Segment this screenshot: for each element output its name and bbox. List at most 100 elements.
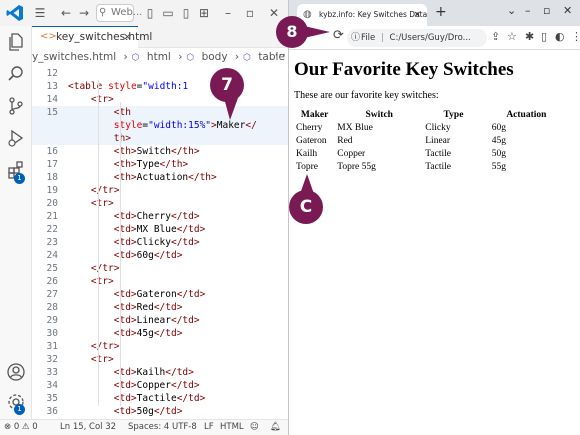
table-cell: Linear [425, 135, 451, 146]
browser-maximize-icon[interactable]: ▫ [543, 4, 550, 17]
toggle-panel-icon[interactable]: ▭ [160, 5, 176, 21]
code-text: <td>Tactile</td> [113, 393, 206, 404]
code-line[interactable]: 23 <td>Clicky</td> [32, 236, 288, 249]
breadcrumb-html[interactable]: html [147, 51, 171, 63]
account-icon[interactable] [6, 362, 26, 382]
feedback-icon[interactable]: ☺ [250, 420, 259, 435]
code-line[interactable]: 31 </tr> [32, 340, 288, 353]
reload-icon[interactable]: ⟳ [333, 28, 344, 43]
code-text: <td>60g</td> [113, 250, 183, 261]
toggle-secondary-sidebar-icon[interactable]: ▯ [178, 5, 194, 21]
side-panel-icon[interactable]: ▯ [541, 30, 547, 43]
code-line[interactable]: 19 </tr> [32, 184, 288, 197]
table-header-row: Maker Switch Type Actuation [294, 109, 569, 121]
code-line[interactable]: 15 <th [32, 106, 288, 119]
new-tab-button[interactable]: + [435, 4, 447, 20]
code-line[interactable]: 36 <td>50g</td> [32, 405, 288, 418]
line-number: 22 [46, 224, 58, 235]
code-line[interactable]: 24 <td>60g</td> [32, 249, 288, 262]
extensions-badge: 1 [14, 173, 25, 184]
code-line[interactable]: 33 <td>Kailh</td> [32, 366, 288, 379]
status-problems[interactable]: ⊗ 0 ⚠ 0 [4, 420, 38, 435]
toggle-sidebar-icon[interactable]: ▯ [142, 5, 158, 21]
line-number: 21 [46, 211, 58, 222]
status-encoding[interactable]: UTF-8 [172, 420, 197, 435]
code-line[interactable]: 29 <td>Linear</td> [32, 314, 288, 327]
line-number: 20 [46, 198, 58, 209]
close-window-icon[interactable]: ✕ [266, 5, 282, 21]
browser-tab[interactable]: ◍ kybz.info: Key Switches Data × [297, 4, 427, 26]
breadcrumb-body[interactable]: body [202, 51, 228, 63]
browser-menu-icon[interactable]: ⋮ [571, 30, 580, 43]
line-number: 33 [46, 367, 58, 378]
code-line[interactable]: 18 <th>Actuation</th> [32, 171, 288, 184]
breadcrumb: y_switches.html › ⬡ html › ⬡ body › ⬡ table… [32, 51, 285, 63]
search-placeholder: Web... [111, 7, 143, 18]
code-line[interactable]: 12 [32, 67, 288, 80]
notifications-bell-icon[interactable]: 🔔︎ [270, 420, 281, 435]
tab-key-switches-html[interactable]: <> key_switches.html × [32, 26, 152, 48]
search-view-icon[interactable] [6, 64, 26, 84]
extensions-puzzle-icon[interactable]: ✱ [525, 30, 534, 43]
code-text: <tr> [90, 94, 114, 105]
minimize-icon[interactable]: – [220, 5, 236, 21]
breadcrumb-file[interactable]: y_switches.html [32, 51, 116, 63]
key-switches-table: Maker Switch Type Actuation Cherry MX Blu… [294, 109, 569, 173]
line-number: 32 [46, 354, 58, 365]
table-cell: 60g [491, 122, 506, 133]
code-line[interactable]: 14 <tr> [32, 93, 288, 106]
status-language[interactable]: HTML [220, 420, 244, 435]
command-search-input[interactable]: ⚲ Web... [96, 4, 142, 22]
code-text: <th>Type</th> [113, 159, 189, 170]
code-text: <td>Gateron</td> [113, 289, 206, 300]
code-line[interactable]: 26 <tr> [32, 275, 288, 288]
maximize-icon[interactable]: ▫ [242, 5, 258, 21]
line-number: 31 [46, 341, 58, 352]
code-line[interactable]: 17 <th>Type</th> [32, 158, 288, 171]
tab-close-icon[interactable]: × [123, 27, 132, 47]
browser-close-icon[interactable]: ✕ [563, 4, 572, 17]
customize-layout-icon[interactable]: ⊞ [196, 5, 212, 21]
code-line[interactable]: 22 <td>MX Blue</td> [32, 223, 288, 236]
status-eol[interactable]: LF [204, 420, 214, 435]
line-number: 26 [46, 276, 58, 287]
code-text: <tr> [90, 198, 114, 209]
forward-arrow-icon[interactable]: → [76, 5, 92, 21]
browser-minimize-icon[interactable]: – [525, 4, 531, 17]
code-line[interactable]: 27 <td>Gateron</td> [32, 288, 288, 301]
bookmark-star-icon[interactable]: ☆ [507, 30, 517, 43]
code-line[interactable]: 32 <tr> [32, 353, 288, 366]
code-line[interactable]: th> [32, 132, 288, 145]
code-line[interactable]: 28 <td>Red</td> [32, 301, 288, 314]
address-bar[interactable]: ⓘ File | C:/Users/Guy/Dro... [347, 29, 487, 47]
element-icon: ⬡ [243, 53, 251, 63]
indent-guide [98, 80, 99, 406]
code-text: </tr> [90, 263, 120, 274]
editor-tabs: <> key_switches.html × [32, 26, 288, 48]
code-editor[interactable]: 12 13 <table style="width:1 14 <tr> 15 <th s… [32, 66, 288, 419]
back-arrow-icon[interactable]: ← [58, 5, 74, 21]
browser-tab-close-icon[interactable]: × [413, 4, 421, 26]
code-line[interactable]: 34 <td>Copper</td> [32, 379, 288, 392]
code-text: </tr> [90, 341, 120, 352]
code-line[interactable]: 16 <th>Switch</th> [32, 145, 288, 158]
code-line[interactable]: 20 <tr> [32, 197, 288, 210]
profile-avatar[interactable]: ◐ [555, 30, 565, 43]
status-cursor-position[interactable]: Ln 15, Col 32 [60, 420, 116, 435]
code-line[interactable]: 30 <td>45g</td> [32, 327, 288, 340]
code-line[interactable]: 21 <td>Cherry</td> [32, 210, 288, 223]
code-line[interactable]: 35 <td>Tactile</td> [32, 392, 288, 405]
source-control-icon[interactable] [6, 96, 26, 116]
status-indentation[interactable]: Spaces: 4 [128, 420, 169, 435]
menu-icon[interactable]: ☰ [32, 5, 48, 21]
more-actions-icon[interactable]: ··· [275, 48, 286, 62]
table-cell: Tactile [425, 161, 451, 172]
browser-window: ◍ kybz.info: Key Switches Data × + ⌄ – ▫… [288, 0, 580, 435]
code-line[interactable]: style="width:15%">Maker</ [32, 119, 288, 132]
run-debug-icon[interactable] [6, 128, 26, 148]
chevron-down-icon[interactable]: ⌄ [507, 4, 516, 17]
code-line[interactable]: 13 <table style="width:1 [32, 80, 288, 93]
share-icon[interactable]: ⇪ [491, 30, 500, 43]
code-line[interactable]: 25 </tr> [32, 262, 288, 275]
explorer-icon[interactable] [6, 32, 26, 52]
